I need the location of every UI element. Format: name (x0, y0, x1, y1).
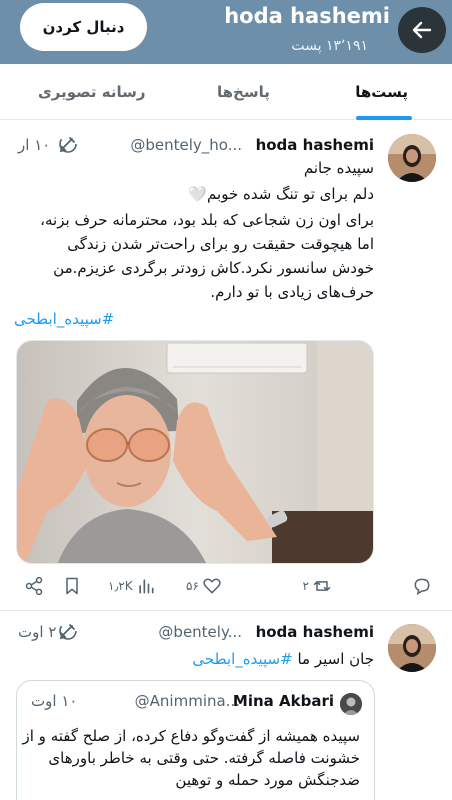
tweet-line: جان اسیر ما (292, 650, 374, 668)
avatar[interactable] (340, 693, 362, 715)
avatar-image (388, 624, 436, 672)
quoted-author-name[interactable]: Mina Akbari (233, 692, 334, 710)
tweet-text: جان اسیر ما #سپیده_ابطحی (4, 648, 374, 670)
avatar[interactable] (388, 624, 436, 672)
quoted-tweet-text: سپیده همیشه از گفت‌وگو دفاع کرده، از صلح… (22, 727, 361, 789)
tweet-time[interactable]: ۲۰ اوت (18, 623, 64, 641)
author-name[interactable]: hoda hashemi (256, 623, 374, 641)
hashtag-link[interactable]: #سپیده_ابطحی (192, 650, 292, 668)
quoted-tweet-time[interactable]: ۱۰ اوت (31, 692, 77, 710)
quoted-tweet[interactable]: Mina Akbari @Animmina... ۱۰ اوت سپیده هم… (16, 680, 375, 800)
quoted-author-handle[interactable]: @Animmina... (135, 692, 240, 710)
tweet-item[interactable]: hoda hashemi @bentely... ۲۰ اوت جان اسیر… (0, 0, 452, 800)
avatar-image (340, 693, 362, 715)
author-handle[interactable]: @bentely... (158, 623, 242, 641)
